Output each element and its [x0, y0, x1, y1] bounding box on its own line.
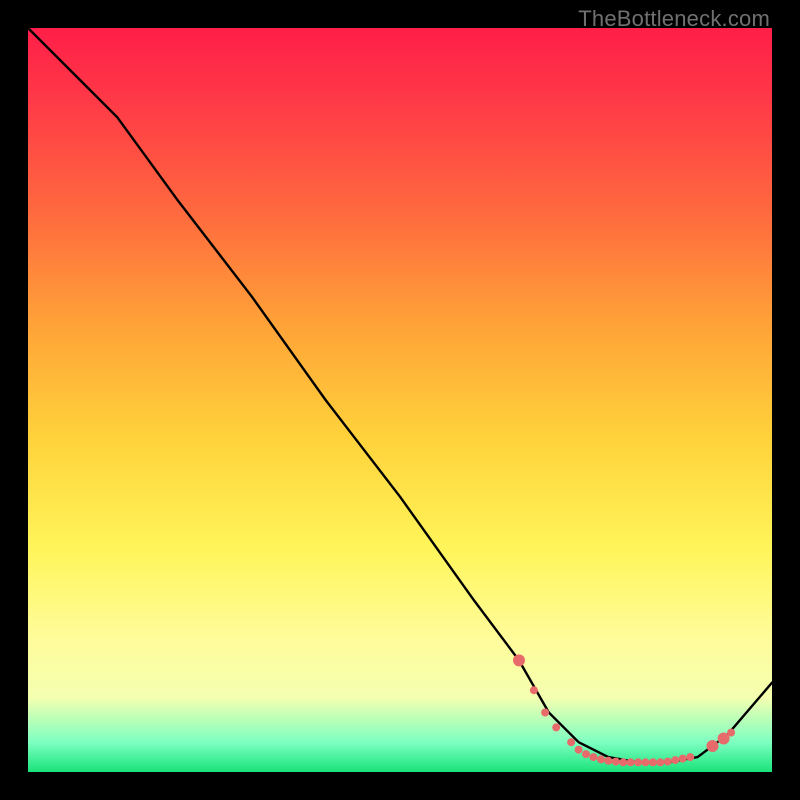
marker-dot — [642, 758, 650, 766]
marker-dot — [589, 753, 597, 761]
marker-dot — [634, 758, 642, 766]
curve-line — [28, 28, 772, 762]
marker-dot — [619, 758, 627, 766]
marker-dot — [671, 756, 679, 764]
marker-dot — [707, 740, 719, 752]
marker-dot — [567, 738, 575, 746]
marker-dot — [552, 723, 560, 731]
marker-dot — [612, 758, 620, 766]
marker-dot — [597, 755, 605, 763]
marker-dot — [656, 758, 664, 766]
marker-dot — [679, 755, 687, 763]
chart-frame: TheBottleneck.com — [0, 0, 800, 800]
marker-dots — [513, 654, 735, 766]
marker-dot — [664, 758, 672, 766]
marker-dot — [513, 654, 525, 666]
plot-area — [28, 28, 772, 772]
marker-dot — [575, 746, 583, 754]
marker-dot — [541, 709, 549, 717]
marker-dot — [582, 750, 590, 758]
marker-dot — [686, 753, 694, 761]
marker-dot — [604, 757, 612, 765]
marker-dot — [627, 758, 635, 766]
marker-dot — [727, 729, 735, 737]
chart-svg — [28, 28, 772, 772]
marker-dot — [649, 758, 657, 766]
marker-dot — [530, 686, 538, 694]
